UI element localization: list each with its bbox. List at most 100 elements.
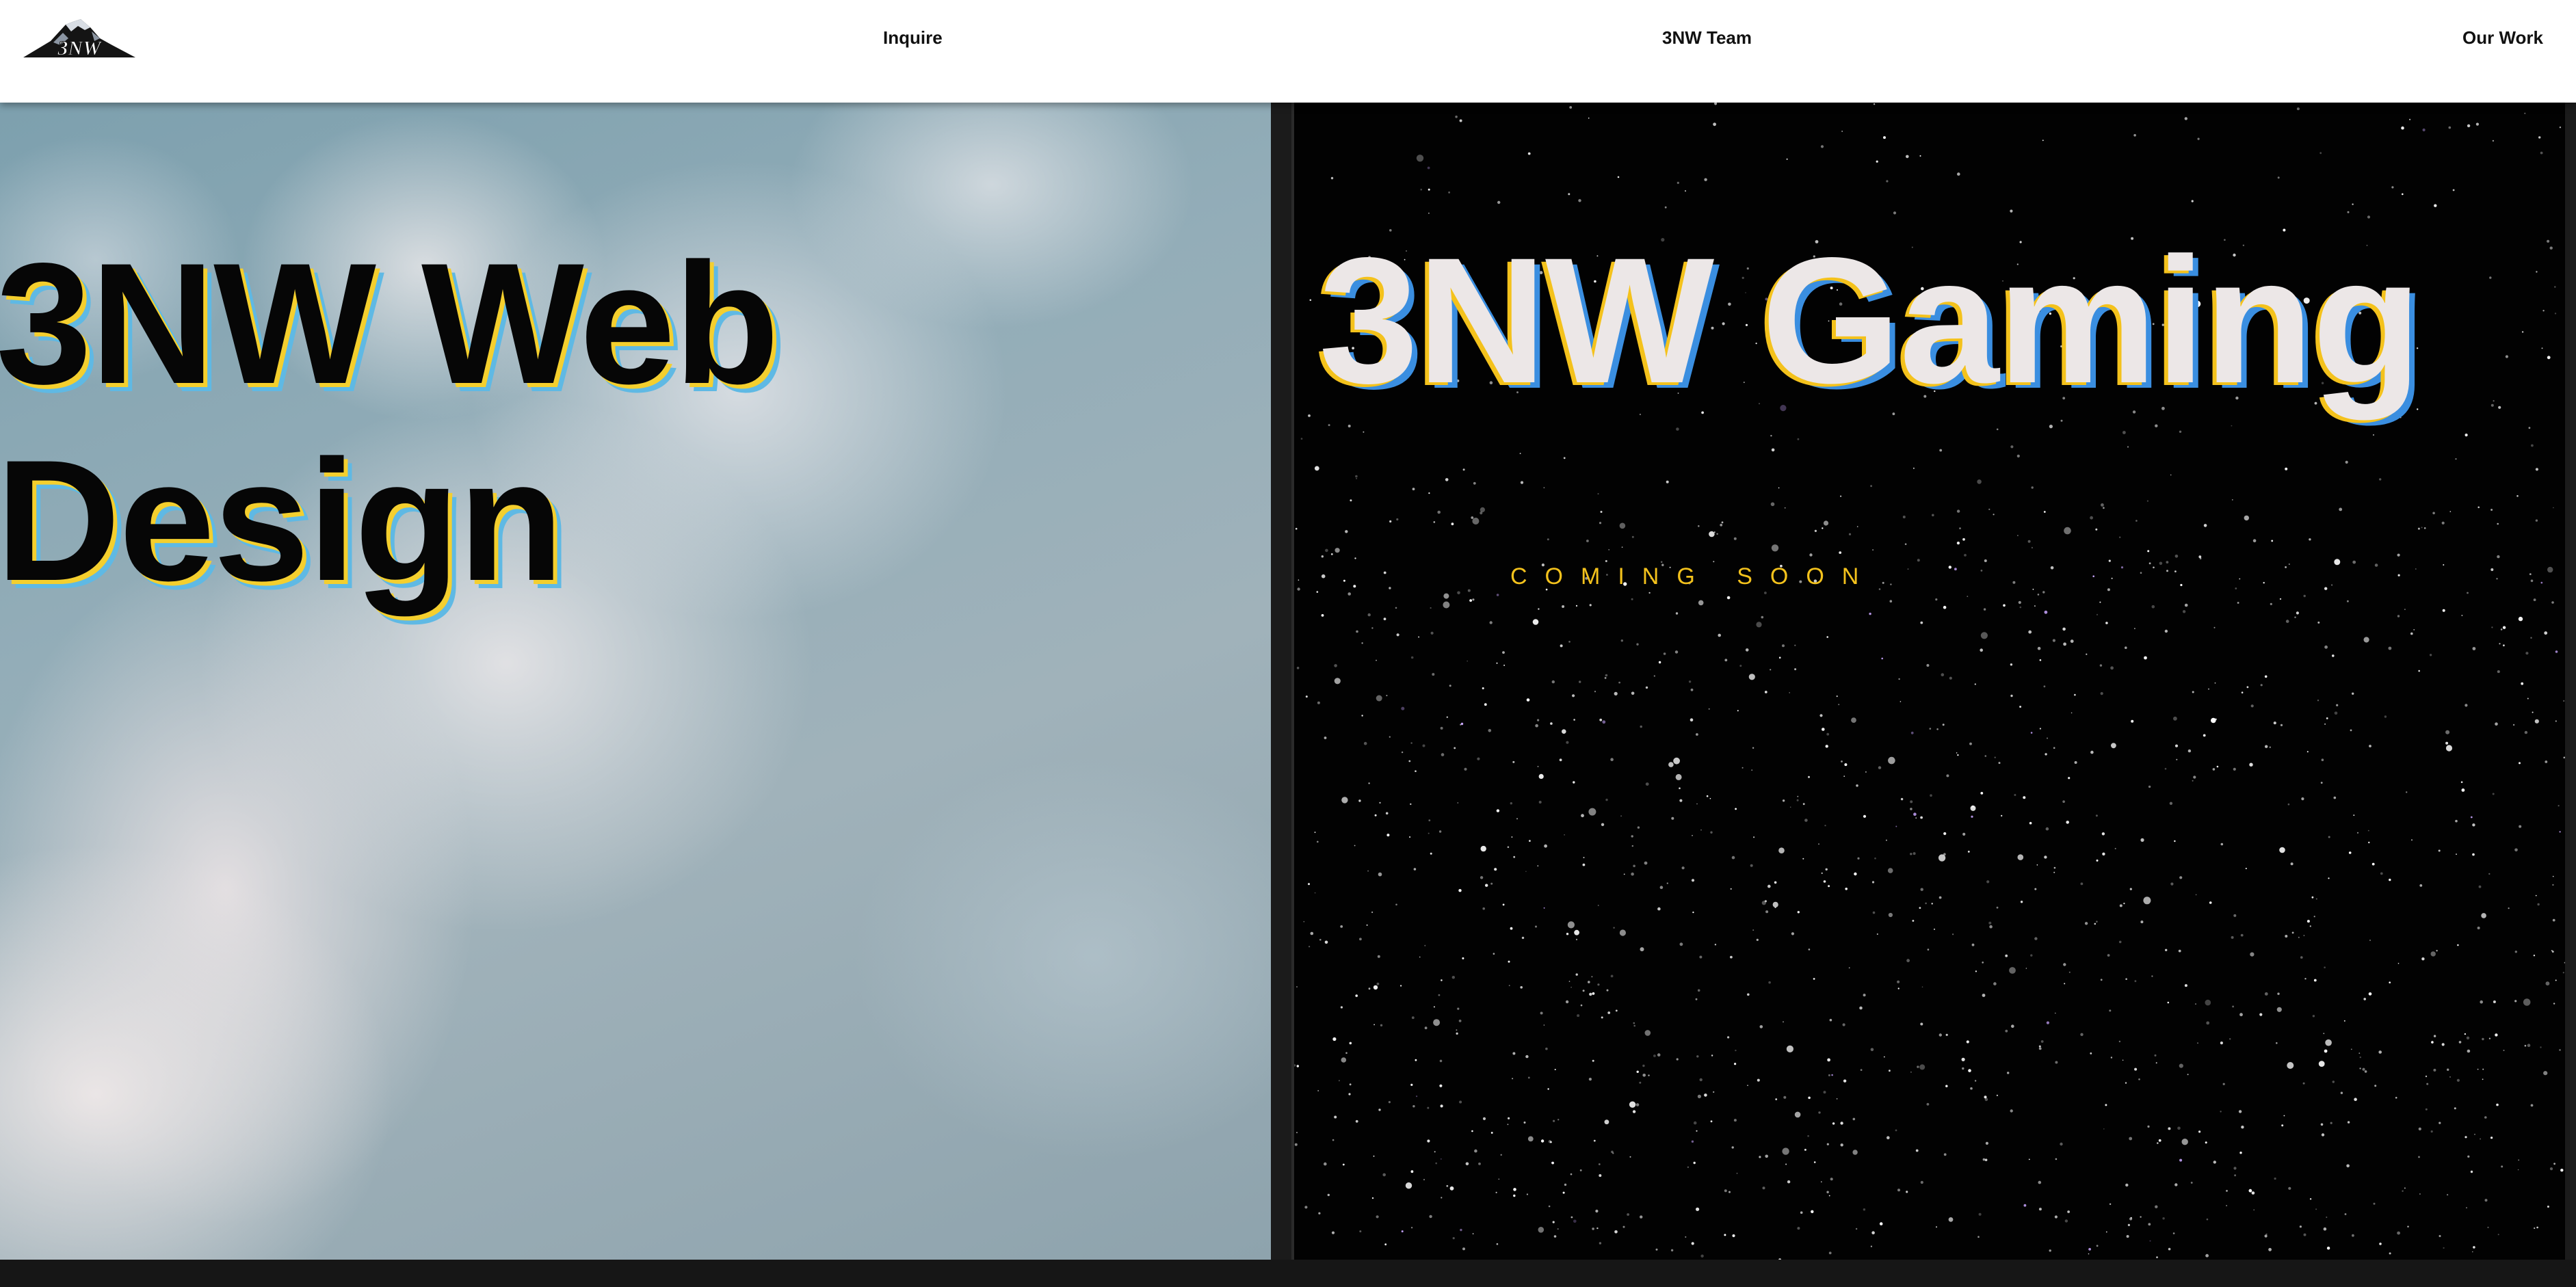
star <box>1819 714 1823 717</box>
star <box>2330 1122 2332 1124</box>
star <box>1876 933 1878 935</box>
star <box>2454 1107 2456 1110</box>
star <box>1785 1163 1787 1165</box>
star <box>1852 1117 1856 1121</box>
star <box>2233 1167 2237 1170</box>
star <box>2535 468 2538 471</box>
star <box>1920 621 1923 624</box>
star <box>1747 993 1750 996</box>
star <box>1934 928 1935 930</box>
star <box>1789 806 1791 808</box>
web-design-panel[interactable]: 3NW Web Design <box>0 103 1271 1260</box>
star <box>2527 698 2529 700</box>
coming-soon-label: COMING SOON <box>1510 563 1877 589</box>
star <box>1655 1248 1658 1251</box>
star <box>1345 530 1348 533</box>
star <box>1731 855 1735 860</box>
star <box>1502 903 1505 906</box>
star <box>1753 836 1755 838</box>
star <box>1631 845 1633 847</box>
nav-inquire-link[interactable]: Inquire <box>883 27 943 49</box>
star <box>2134 1067 2138 1071</box>
star <box>1676 1058 1679 1061</box>
web-design-title-line2: Design <box>0 425 564 617</box>
gaming-panel[interactable]: 3NW Gaming COMING SOON <box>1291 103 2565 1260</box>
star <box>1998 762 2001 765</box>
star <box>1457 1007 1460 1010</box>
star <box>1446 1184 1449 1187</box>
star <box>1438 994 1441 996</box>
star <box>1786 158 1788 160</box>
star <box>1840 1143 1843 1147</box>
star <box>2046 1021 2049 1024</box>
star <box>1340 1006 1343 1009</box>
star <box>1472 598 1475 601</box>
star <box>1710 831 1713 834</box>
nav-our-work-link[interactable]: Our Work <box>2462 27 2543 49</box>
star <box>2190 1182 2193 1184</box>
star <box>2174 840 2176 842</box>
star <box>2555 720 2557 722</box>
star <box>1562 729 1566 734</box>
star <box>1568 193 1570 196</box>
star <box>1314 466 1319 471</box>
star <box>2176 758 2178 760</box>
star <box>2195 894 2197 896</box>
star <box>2010 1109 2013 1113</box>
star <box>1359 1230 1362 1233</box>
star <box>1527 152 1531 155</box>
star <box>1691 1140 1694 1143</box>
star <box>2324 966 2326 968</box>
star <box>1593 1139 1596 1142</box>
star <box>1679 787 1681 789</box>
star <box>2066 821 2069 824</box>
star <box>2519 762 2521 765</box>
star <box>1879 1222 1883 1225</box>
star <box>2246 686 2249 689</box>
star <box>1761 615 1764 619</box>
star <box>2250 952 2255 957</box>
star <box>2474 1133 2475 1135</box>
star <box>1573 781 1575 784</box>
star <box>1592 992 1595 995</box>
star <box>1996 1094 1998 1096</box>
star <box>1553 1235 1557 1238</box>
nav-team-link[interactable]: 3NW Team <box>1662 27 1752 49</box>
star <box>2538 136 2541 139</box>
star <box>2123 903 2125 905</box>
star <box>2536 1226 2538 1229</box>
star <box>1568 641 1570 643</box>
star <box>1930 794 1932 797</box>
star <box>1566 741 1569 744</box>
star <box>1915 1149 1919 1152</box>
star <box>1889 1070 1891 1072</box>
star <box>2331 584 2333 586</box>
star <box>1865 771 1867 773</box>
star <box>1710 1120 1713 1123</box>
star <box>1945 1033 1948 1036</box>
star <box>1660 561 1663 563</box>
mountain-logo-icon[interactable]: 3NW <box>23 18 135 63</box>
star <box>1943 832 1947 836</box>
star <box>1845 888 1848 890</box>
star <box>1592 1059 1594 1062</box>
svg-text:3NW: 3NW <box>57 37 103 59</box>
star <box>2099 664 2103 667</box>
star <box>1985 1141 1988 1145</box>
star <box>1794 1111 1801 1118</box>
star <box>2279 598 2282 600</box>
star <box>1294 1064 1296 1067</box>
star <box>1789 692 1790 693</box>
star <box>1374 814 1377 817</box>
star <box>2028 1158 2030 1160</box>
star <box>2404 1187 2406 1189</box>
star <box>1458 889 1462 892</box>
star <box>1681 866 1685 870</box>
star <box>2514 1000 2517 1003</box>
star <box>1724 1189 1727 1193</box>
star <box>2010 209 2013 213</box>
star <box>1771 544 1779 552</box>
star <box>1432 673 1435 676</box>
star <box>1764 691 1767 693</box>
star <box>1502 651 1505 654</box>
